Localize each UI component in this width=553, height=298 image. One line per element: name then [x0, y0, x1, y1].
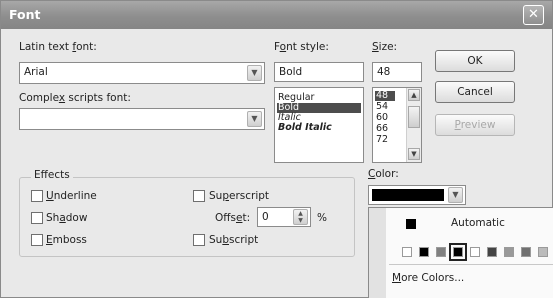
color-swatch[interactable]	[487, 247, 497, 257]
complex-font-label: Complex scripts font:	[19, 92, 131, 104]
size-list[interactable]: 48 54 60 66 72 ▲ ▼	[372, 87, 422, 163]
size-option[interactable]: 48	[375, 91, 395, 101]
more-colors-option[interactable]: More Colors...	[392, 272, 464, 284]
font-style-list[interactable]: Regular Bold Italic Bold Italic	[274, 87, 364, 163]
color-dropdown[interactable]: ▼	[368, 185, 466, 205]
size-scrollbar[interactable]: ▲ ▼	[406, 88, 421, 162]
color-label: Color:	[368, 168, 399, 180]
title-bar[interactable]: Font ✕	[1, 1, 552, 29]
latin-font-label: Latin text font:	[19, 41, 97, 53]
chevron-down-icon[interactable]: ▼	[247, 111, 262, 127]
color-swatch[interactable]	[449, 243, 467, 261]
superscript-label: Superscript	[209, 190, 270, 202]
subscript-checkbox[interactable]	[193, 234, 205, 246]
scroll-thumb[interactable]	[408, 106, 420, 128]
font-style-option-bold-italic[interactable]: Bold Italic	[277, 123, 332, 133]
font-style-input[interactable]: Bold	[274, 62, 364, 82]
color-swatch[interactable]	[504, 247, 514, 257]
scroll-up-icon[interactable]: ▲	[408, 89, 420, 101]
chevron-down-icon[interactable]: ▼	[448, 187, 463, 203]
offset-unit: %	[317, 212, 327, 224]
size-label: Size:	[372, 41, 398, 53]
size-option[interactable]: 72	[375, 135, 388, 145]
underline-checkbox[interactable]	[31, 190, 43, 202]
effects-title: Effects	[31, 169, 73, 181]
close-icon: ✕	[528, 7, 539, 22]
emboss-label: Emboss	[46, 234, 87, 246]
offset-stepper[interactable]: 0 ▲ ▼	[257, 207, 311, 227]
size-value: 48	[377, 66, 391, 78]
color-swatch[interactable]	[436, 247, 446, 257]
font-style-value: Bold	[279, 66, 303, 78]
preview-button[interactable]: Preview	[435, 114, 515, 136]
color-preview	[372, 189, 444, 201]
complex-font-dropdown[interactable]: ▼	[19, 108, 265, 130]
offset-value: 0	[262, 211, 269, 223]
size-option[interactable]: 60	[375, 113, 388, 123]
size-option[interactable]: 54	[375, 102, 388, 112]
scroll-down-icon[interactable]: ▼	[408, 148, 420, 160]
cancel-button[interactable]: Cancel	[435, 81, 515, 103]
stepper-arrows-icon[interactable]: ▲ ▼	[293, 209, 308, 225]
emboss-checkbox[interactable]	[31, 234, 43, 246]
color-swatch[interactable]	[538, 247, 548, 257]
automatic-swatch[interactable]	[406, 219, 416, 229]
underline-label: Underline	[46, 190, 97, 202]
color-swatch[interactable]	[470, 247, 480, 257]
color-menu-strip	[369, 208, 386, 298]
shadow-label: Shadow	[46, 212, 88, 224]
menu-divider	[389, 264, 553, 265]
color-swatch[interactable]	[521, 247, 531, 257]
superscript-checkbox[interactable]	[193, 190, 205, 202]
close-button[interactable]: ✕	[523, 5, 544, 25]
subscript-label: Subscript	[209, 234, 259, 246]
dialog-title: Font	[9, 7, 41, 22]
chevron-down-icon[interactable]: ▼	[247, 65, 262, 81]
shadow-checkbox[interactable]	[31, 212, 43, 224]
font-style-label: Font style:	[274, 41, 329, 53]
latin-font-value: Arial	[24, 66, 48, 78]
font-dialog: Font ✕ Latin text font: Arial ▼ Complex …	[0, 0, 553, 298]
automatic-option[interactable]: Automatic	[451, 217, 505, 229]
size-input[interactable]: 48	[372, 62, 422, 82]
latin-font-dropdown[interactable]: Arial ▼	[19, 62, 265, 84]
color-swatch[interactable]	[419, 247, 429, 257]
ok-button[interactable]: OK	[435, 50, 515, 72]
color-swatch[interactable]	[402, 247, 412, 257]
size-option[interactable]: 66	[375, 124, 388, 134]
color-menu: Automatic More Colors...	[368, 207, 553, 298]
offset-label: Offset:	[215, 212, 251, 224]
